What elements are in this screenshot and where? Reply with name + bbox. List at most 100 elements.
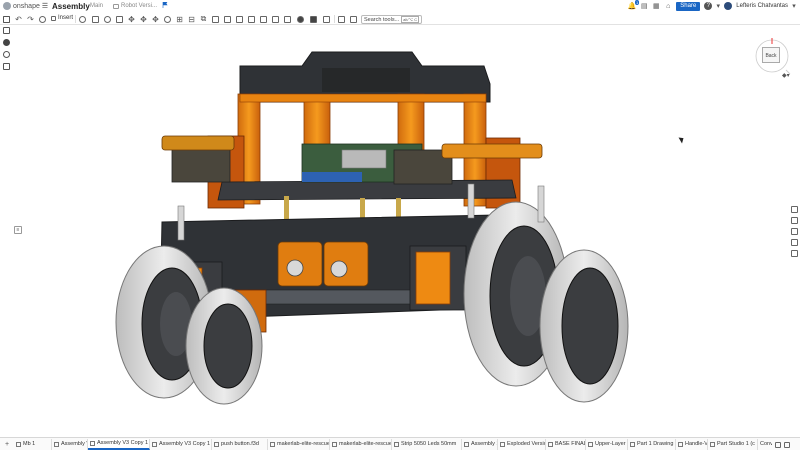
section-view-icon[interactable] (337, 14, 346, 24)
strut-left (177, 205, 185, 241)
document-icon[interactable]: ▤ (640, 2, 648, 10)
mate-connector-icon[interactable] (78, 14, 87, 24)
version-selector[interactable]: Robot Versi... (113, 3, 157, 9)
onshape-logo[interactable]: onshape (3, 2, 40, 10)
hamburger-menu-icon[interactable]: ☰ (41, 2, 49, 10)
tab-type-icon (630, 442, 635, 447)
header-actions: 🔔 1 ▤ ▦ ⌂ Share ? ▾ Lefteris Chatvantas ▾ (628, 0, 796, 11)
left-panel-rail (0, 13, 12, 438)
user-avatar[interactable] (724, 2, 733, 10)
group-icon[interactable] (211, 14, 220, 24)
tab-part-1-drawing-1[interactable]: Part 1 Drawing 1 (628, 439, 676, 450)
toolbar-separator (334, 15, 335, 23)
view-cube-face[interactable]: Back (762, 47, 780, 63)
rack-pinion-icon[interactable] (247, 14, 256, 24)
insert-button[interactable]: Insert (51, 15, 73, 21)
app-store-icon[interactable]: ⌂ (664, 2, 672, 10)
planar-mate-icon[interactable]: ✥ (127, 14, 136, 24)
mate-features-icon[interactable] (791, 217, 798, 224)
tab-list-icon[interactable] (775, 441, 781, 448)
properties-icon[interactable] (791, 239, 798, 246)
width-mate-icon[interactable]: ⧉ (199, 14, 208, 24)
comments-icon[interactable] (3, 39, 10, 46)
tab-makerlab-1[interactable]: makerlab-elite-rescue-... (268, 439, 330, 450)
tab-label: Part Studio 1 (c (717, 441, 755, 447)
tab-base-final[interactable]: BASE FINAL (546, 439, 586, 450)
tab-mb-1[interactable]: Mb 1 (14, 439, 52, 450)
cylindrical-mate-icon[interactable]: ✥ (139, 14, 148, 24)
tab-strip-leds[interactable]: Strip 5050 Leds 50mm (392, 439, 462, 450)
tab-type-icon (464, 442, 469, 447)
notifications-icon[interactable]: 🔔 1 (628, 0, 640, 10)
tab-type-icon (332, 442, 337, 447)
slider-mate-icon[interactable] (115, 14, 124, 24)
motor-cap-right (415, 251, 451, 305)
tab-assembly-v3-copy-1[interactable]: Assembly V3 Copy 1 (88, 439, 150, 450)
tab-handle-v1[interactable]: Handle-V1 (676, 439, 708, 450)
user-menu-chevron-icon[interactable]: ▾ (792, 2, 796, 10)
fastened-mate-icon[interactable] (91, 14, 100, 24)
servo-horn-left (286, 259, 304, 277)
feature-list-icon[interactable] (3, 16, 10, 23)
robot-assembly-model[interactable] (12, 26, 788, 436)
appearance-icon[interactable] (3, 51, 10, 58)
document-title[interactable]: Assembly (52, 2, 90, 11)
display-states-icon[interactable] (349, 14, 358, 24)
tab-part-studio-1[interactable]: Part Studio 1 (c (708, 439, 758, 450)
ball-mate-icon[interactable] (163, 14, 172, 24)
instances-icon[interactable] (3, 27, 10, 34)
render-icon[interactable] (791, 250, 798, 257)
search-tools-label: Search tools... (364, 16, 400, 23)
pin-slot-mate-icon[interactable]: ✥ (151, 14, 160, 24)
bom-icon[interactable] (3, 63, 10, 70)
3d-viewport[interactable] (12, 26, 788, 436)
branch-label[interactable]: Main (90, 3, 103, 9)
grid-icon[interactable]: ▦ (652, 2, 660, 10)
chevron-down-icon[interactable]: ▾ (716, 2, 721, 10)
replicate-icon[interactable] (283, 14, 292, 24)
logo-text: onshape (13, 2, 40, 10)
toolbar: ↶ ↷ Insert ✥ ✥ ✥ ⊞ ⊟ ⧉ Search tools... a… (0, 13, 800, 25)
tab-label: makerlab-elite-rescue-... (277, 441, 330, 447)
tab-exploded-version[interactable]: Exploded Version (498, 439, 546, 450)
tab-assembly-v3-copy-1-co[interactable]: Assembly V3 Copy 1 Co... (150, 439, 212, 450)
screw-relation-icon[interactable] (259, 14, 268, 24)
tab-push-button[interactable]: push button.f3d (212, 439, 268, 450)
linear-relation-icon[interactable] (271, 14, 280, 24)
add-tab-icon[interactable]: + (0, 440, 14, 449)
revolute-mate-icon[interactable] (103, 14, 112, 24)
configurations-icon[interactable] (791, 206, 798, 213)
orange-crossbar (239, 93, 487, 103)
wheel-rear-left (185, 287, 263, 405)
notification-count: 1 (635, 0, 640, 5)
tab-manager-icon[interactable] (784, 441, 790, 448)
bom-panel-icon[interactable] (791, 228, 798, 235)
share-button[interactable]: Share (676, 1, 701, 11)
help-button[interactable]: ? (704, 2, 713, 10)
tab-makerlab-2[interactable]: makerlab-elite-rescue-... (330, 439, 392, 450)
tab-assembly-1[interactable]: Assembly 1 (462, 439, 498, 450)
tab-label: BASE FINAL (555, 441, 586, 447)
wheel-rear-right (539, 249, 629, 403)
relation-icon[interactable] (223, 14, 232, 24)
flag-icon[interactable] (162, 2, 168, 8)
redo-icon[interactable]: ↷ (26, 14, 35, 24)
measure-icon[interactable] (38, 14, 47, 24)
view-cube[interactable]: Back (752, 36, 792, 76)
named-positions-icon[interactable] (322, 14, 331, 24)
undo-icon[interactable]: ↶ (14, 14, 23, 24)
view-mode-icon[interactable]: ◆▾ (782, 72, 790, 79)
search-tools-input[interactable]: Search tools... alt/⌥ C (361, 15, 423, 24)
tab-assembly-v3[interactable]: Assembly V3 (52, 439, 88, 450)
explode-icon[interactable] (309, 14, 318, 24)
tab-upper-layer[interactable]: Upper-Layer (586, 439, 628, 450)
tab-label: Assembly V3 Copy 1 (97, 440, 149, 446)
tab-label: push button.f3d (221, 441, 259, 447)
user-name[interactable]: Lefteris Chatvantas (736, 3, 788, 9)
tangent-mate-icon[interactable]: ⊟ (187, 14, 196, 24)
tab-type-icon (548, 442, 553, 447)
parallel-mate-icon[interactable]: ⊞ (175, 14, 184, 24)
tab-type-icon (214, 442, 219, 447)
gear-relation-icon[interactable] (235, 14, 244, 24)
mate-pattern-icon[interactable] (296, 14, 305, 24)
